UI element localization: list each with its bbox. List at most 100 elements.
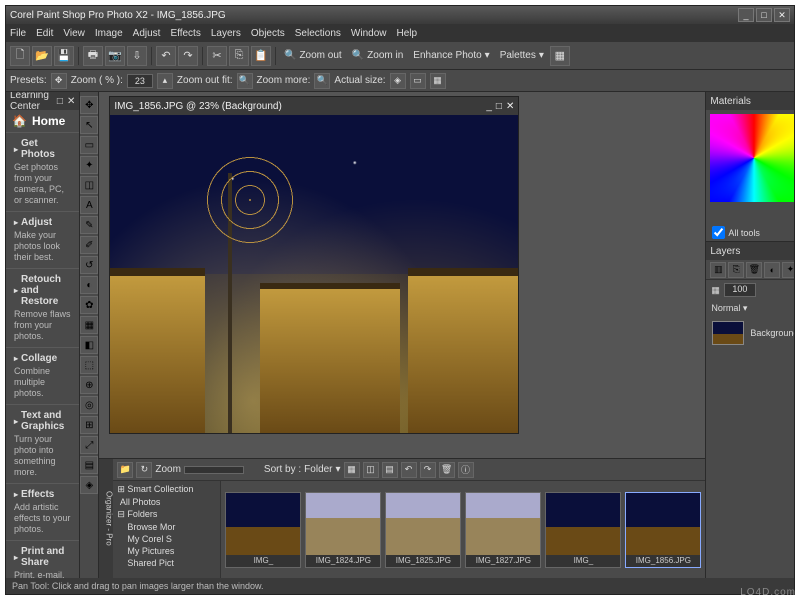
menu-window[interactable]: Window [351,28,387,39]
eraser-tool-icon[interactable]: ▦ [80,316,98,334]
thumbnail[interactable]: IMG_1827.JPG [465,492,541,568]
document-window[interactable]: IMG_1856.JPG @ 23% (Background) _ □ ✕ [109,96,519,434]
dodge-tool-icon[interactable]: ◐ [80,276,98,294]
tree-shared[interactable]: Shared Pict [115,557,218,569]
lc-get-photos[interactable]: Get Photos Get photos from your camera, … [6,132,79,211]
enhance-photo-button[interactable]: Enhance Photo ▾ [409,50,493,61]
color-picker[interactable] [710,114,794,202]
org-view3-icon[interactable]: ▤ [382,462,398,478]
zoom-in-button[interactable]: 🔍 Zoom in [348,50,408,61]
document-titlebar[interactable]: IMG_1856.JPG @ 23% (Background) _ □ ✕ [110,97,518,115]
org-delete-icon[interactable]: 🗑 [439,462,455,478]
zoom-out-fit-icon[interactable]: 🔍 [237,73,253,89]
lc-adjust[interactable]: Adjust Make your photos look their best. [6,211,79,268]
pattern-tool-icon[interactable]: ▤ [80,456,98,474]
fx-layer-icon[interactable]: ✦ [782,262,794,278]
titlebar[interactable]: Corel Paint Shop Pro Photo X2 - IMG_1856… [6,6,794,24]
lc-text-graphics[interactable]: Text and Graphics Turn your photo into s… [6,404,79,483]
dropper-tool-icon[interactable]: ⊕ [80,376,98,394]
thumbnail-strip[interactable]: IMG_ IMG_1824.JPG IMG_1825.JPG IMG_1827.… [221,481,705,578]
org-zoom-slider[interactable] [184,466,244,474]
grid-tool-icon[interactable]: ⊞ [80,416,98,434]
tree-browse[interactable]: Browse Mor [115,521,218,533]
tree-smart-collection[interactable]: ⊞ Smart Collection [115,483,218,496]
lc-retouch[interactable]: Retouch and Restore Remove flaws from yo… [6,268,79,347]
panel-close-icon[interactable]: ✕ [67,96,75,107]
close-button[interactable]: ✕ [774,8,790,22]
menu-view[interactable]: View [63,28,85,39]
opacity-field[interactable]: 100 [724,283,756,297]
menu-layers[interactable]: Layers [211,28,241,39]
tree-corel[interactable]: My Corel S [115,533,218,545]
thumbnail[interactable]: IMG_1825.JPG [385,492,461,568]
save-icon[interactable]: 💾 [54,46,74,66]
lc-collage[interactable]: Collage Combine multiple photos. [6,347,79,404]
print-icon[interactable]: 🖶 [83,46,103,66]
doc-maximize-icon[interactable]: □ [496,101,502,112]
effect-tool-icon[interactable]: ✿ [80,296,98,314]
layers-header[interactable]: Layers ◈ □ ✕ [706,242,794,260]
canvas-area[interactable]: IMG_1856.JPG @ 23% (Background) _ □ ✕ [99,92,705,458]
warp-tool-icon[interactable]: ⤢ [80,436,98,454]
tree-folders[interactable]: ⊟ Folders [115,508,218,521]
vector-tool-icon[interactable]: ◈ [80,476,98,494]
learning-center-header[interactable]: Learning Center □ ✕ [6,92,79,110]
camera-icon[interactable]: 📷 [105,46,125,66]
menu-effects[interactable]: Effects [170,28,200,39]
organizer-tree[interactable]: ⊞ Smart Collection All Photos ⊟ Folders … [113,481,221,578]
menu-objects[interactable]: Objects [251,28,285,39]
learning-center-home[interactable]: 🏠 Home [6,110,79,132]
undo-icon[interactable]: ↶ [156,46,176,66]
selection-tool-icon[interactable]: ▭ [80,136,98,154]
toolbar-extra-icon[interactable]: ▦ [550,46,570,66]
rotate-tool-icon[interactable]: ↺ [80,256,98,274]
scan-icon[interactable]: ⇩ [127,46,147,66]
new-layer-icon[interactable]: ▥ [710,262,726,278]
thumbnail[interactable]: IMG_1824.JPG [305,492,381,568]
doc-minimize-icon[interactable]: _ [486,101,492,112]
menu-file[interactable]: File [10,28,26,39]
paste-icon[interactable]: 📋 [251,46,271,66]
zoom-more-icon[interactable]: 🔍 [314,73,330,89]
tree-all-photos[interactable]: All Photos [115,496,218,508]
copy-icon[interactable]: ⎘ [229,46,249,66]
all-tools-checkbox[interactable] [712,226,725,239]
org-sort-value[interactable]: Folder [304,464,332,475]
menu-help[interactable]: Help [396,28,417,39]
org-view1-icon[interactable]: ▦ [344,462,360,478]
minimize-button[interactable]: _ [738,8,754,22]
presets-pan-icon[interactable]: ✥ [51,73,67,89]
palettes-button[interactable]: Palettes ▾ [496,50,548,61]
org-view2-icon[interactable]: ◫ [363,462,379,478]
menu-edit[interactable]: Edit [36,28,53,39]
layer-row[interactable]: Background [706,317,794,349]
dup-layer-icon[interactable]: ⎘ [728,262,744,278]
brush-tool-icon[interactable]: ✎ [80,216,98,234]
pick-tool-icon[interactable]: ↖ [80,116,98,134]
materials-header[interactable]: Materials ◈ □ ✕ [706,92,794,110]
actual-size-icon[interactable]: ◈ [390,73,406,89]
clone-tool-icon[interactable]: ✐ [80,236,98,254]
zoom-pct-input[interactable] [127,74,153,88]
menubar[interactable]: File Edit View Image Adjust Effects Laye… [6,24,794,42]
tree-pictures[interactable]: My Pictures [115,545,218,557]
thumbnail-selected[interactable]: IMG_1856.JPG [625,492,701,568]
menu-selections[interactable]: Selections [295,28,341,39]
document-canvas[interactable] [110,115,518,433]
lc-print-share[interactable]: Print and Share Print, e-mail, and share… [6,540,79,578]
organizer-tab[interactable]: Organizer - Pro [99,459,113,578]
blend-mode-dropdown[interactable]: Normal ▾ [711,303,747,314]
fill-tool-icon[interactable]: ◧ [80,336,98,354]
open-icon[interactable]: 📂 [32,46,52,66]
doc-close-icon[interactable]: ✕ [506,101,514,112]
lc-effects[interactable]: Effects Add artistic effects to your pho… [6,483,79,540]
layer-name[interactable]: Background [750,328,794,338]
crop-tool-icon[interactable]: ◫ [80,176,98,194]
org-info-icon[interactable]: ⓘ [458,462,474,478]
text-tool-icon[interactable]: A [80,196,98,214]
org-rotate-r-icon[interactable]: ↷ [420,462,436,478]
redo-icon[interactable]: ↷ [178,46,198,66]
redeye-tool-icon[interactable]: ◎ [80,396,98,414]
cut-icon[interactable]: ✂ [207,46,227,66]
menu-image[interactable]: Image [95,28,123,39]
